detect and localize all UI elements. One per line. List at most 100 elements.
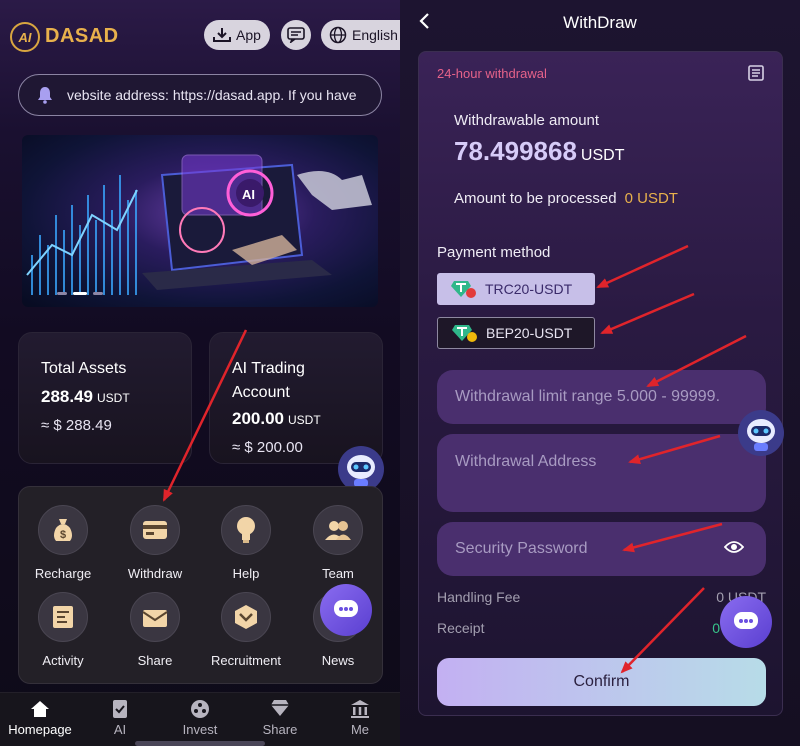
- banner-pagination[interactable]: [57, 292, 103, 295]
- tab-share[interactable]: Share: [240, 699, 320, 737]
- banner-dot[interactable]: [93, 292, 103, 295]
- chat-icon: [334, 600, 358, 617]
- menu-share-label: Share: [137, 653, 173, 668]
- withdrawable-unit: USDT: [580, 147, 625, 164]
- processing-value: 0 USDT: [624, 190, 678, 207]
- ai-icon: [80, 699, 160, 719]
- messages-button[interactable]: [281, 20, 311, 50]
- brand-name: DASAD: [45, 25, 119, 47]
- payment-method-bep20[interactable]: BEP20-USDT: [437, 317, 595, 349]
- ai-trading-title: AI Trading Account: [232, 357, 305, 405]
- total-assets-title: Total Assets: [41, 360, 127, 377]
- processing-row: Amount to be processed 0 USDT: [454, 190, 678, 207]
- language-label: English: [352, 27, 398, 43]
- payment-method-label: Payment method: [437, 244, 551, 261]
- message-icon: [287, 27, 305, 43]
- tab-share-label: Share: [262, 722, 298, 737]
- menu-recharge[interactable]: $ Recharge: [23, 505, 103, 581]
- money-bag-icon: $: [38, 505, 88, 555]
- menu-recharge-label: Recharge: [34, 566, 92, 581]
- tether-trc20-icon: [451, 281, 476, 298]
- svg-text:$: $: [60, 529, 66, 541]
- ai-trading-amount: 200.00: [232, 409, 284, 428]
- tab-ai[interactable]: AI: [80, 699, 160, 737]
- top-bar: AI DASAD App English: [0, 0, 400, 70]
- banner-dot-active[interactable]: [73, 292, 87, 295]
- handling-fee-row: Handling Fee 0 USDT: [437, 589, 766, 605]
- payment-method-trc20-label: TRC20-USDT: [485, 281, 573, 297]
- eye-icon[interactable]: [724, 540, 744, 554]
- security-password-placeholder: Security Password: [455, 540, 588, 557]
- tab-homepage[interactable]: Homepage: [0, 699, 80, 737]
- bottom-tab-bar: Homepage AI Invest Share Me: [0, 692, 400, 746]
- receipt-row: Receipt 0: [437, 620, 766, 636]
- notice-bar[interactable]: vebsite address: https://dasad.app. If y…: [18, 74, 382, 116]
- svg-text:AI: AI: [242, 187, 255, 202]
- download-app-label: App: [236, 27, 261, 43]
- brand-logo: AI: [10, 22, 40, 52]
- records-button[interactable]: [748, 65, 764, 81]
- confirm-button[interactable]: Confirm: [437, 658, 766, 706]
- chat-support-button[interactable]: [320, 584, 372, 636]
- tab-me-label: Me: [350, 722, 370, 737]
- notice-text: vebsite address: https://dasad.app. If y…: [67, 87, 357, 103]
- menu-recruitment[interactable]: Recruitment: [206, 592, 286, 668]
- card-icon: [130, 505, 180, 555]
- ai-trading-value: 200.00 USDT: [232, 409, 321, 429]
- share-icon: [130, 592, 180, 642]
- menu-withdraw[interactable]: Withdraw: [115, 505, 195, 581]
- menu-activity[interactable]: Activity: [23, 592, 103, 668]
- withdrawal-amount-placeholder: Withdrawal limit range 5.000 - 99999.: [455, 388, 721, 405]
- menu-help[interactable]: Help: [206, 505, 286, 581]
- page-title: WithDraw: [563, 13, 637, 32]
- menu-share[interactable]: Share: [115, 592, 195, 668]
- tab-invest[interactable]: Invest: [160, 699, 240, 737]
- security-password-input[interactable]: Security Password: [437, 522, 766, 576]
- menu-withdraw-label: Withdraw: [127, 566, 183, 581]
- tab-invest-label: Invest: [182, 722, 218, 737]
- withdrawable-amount: 78.499868 USDT: [454, 136, 624, 167]
- promo-banner[interactable]: AI: [22, 135, 378, 307]
- banner-dot[interactable]: [57, 292, 67, 295]
- home-screen: AI DASAD App English vebsite address: ht…: [0, 0, 400, 746]
- ai-trading-approx: ≈ $ 200.00: [232, 439, 303, 456]
- activity-icon: [38, 592, 88, 642]
- chat-support-button[interactable]: [720, 596, 772, 648]
- payment-method-trc20[interactable]: TRC20-USDT: [437, 273, 595, 305]
- download-app-button[interactable]: App: [204, 20, 270, 50]
- tab-me[interactable]: Me: [320, 699, 400, 737]
- menu-help-label: Help: [232, 566, 260, 581]
- menu-team[interactable]: Team: [298, 505, 378, 581]
- total-assets-value: 288.49 USDT: [41, 387, 130, 407]
- receipt-label: Receipt: [437, 620, 485, 636]
- ai-trading-title-line1: AI Trading: [232, 360, 305, 377]
- withdraw-screen: WithDraw 24-hour withdrawal Withdrawable…: [400, 0, 800, 746]
- confirm-label: Confirm: [573, 673, 630, 690]
- bell-icon: [38, 87, 52, 104]
- home-indicator: [135, 741, 265, 746]
- menu-recruitment-label: Recruitment: [210, 653, 282, 668]
- recruitment-icon: [221, 592, 271, 642]
- withdrawable-label: Withdrawable amount: [454, 112, 600, 129]
- menu-news-label: News: [321, 653, 355, 668]
- menu-activity-label: Activity: [42, 653, 84, 668]
- tab-ai-label: AI: [113, 722, 127, 737]
- withdrawal-address-placeholder: Withdrawal Address: [455, 453, 597, 470]
- document-icon: [748, 65, 764, 81]
- withdraw-header: WithDraw: [400, 0, 800, 46]
- robot-assistant-icon[interactable]: [736, 408, 786, 458]
- chat-icon: [734, 612, 758, 629]
- ai-trading-title-line2: Account: [232, 384, 290, 401]
- diamond-icon: [240, 699, 320, 719]
- menu-team-label: Team: [322, 566, 354, 581]
- payment-method-bep20-label: BEP20-USDT: [486, 325, 573, 341]
- total-assets-approx: ≈ $ 288.49: [41, 417, 112, 434]
- total-assets-amount: 288.49: [41, 387, 93, 406]
- total-assets-card[interactable]: Total Assets 288.49 USDT ≈ $ 288.49: [18, 332, 192, 464]
- withdrawal-address-input[interactable]: Withdrawal Address: [437, 434, 766, 512]
- withdrawal-amount-input[interactable]: Withdrawal limit range 5.000 - 99999.: [437, 370, 766, 424]
- handling-fee-label: Handling Fee: [437, 589, 521, 605]
- processing-label: Amount to be processed: [454, 190, 617, 207]
- language-button[interactable]: English: [321, 20, 400, 50]
- invest-icon: [160, 699, 240, 719]
